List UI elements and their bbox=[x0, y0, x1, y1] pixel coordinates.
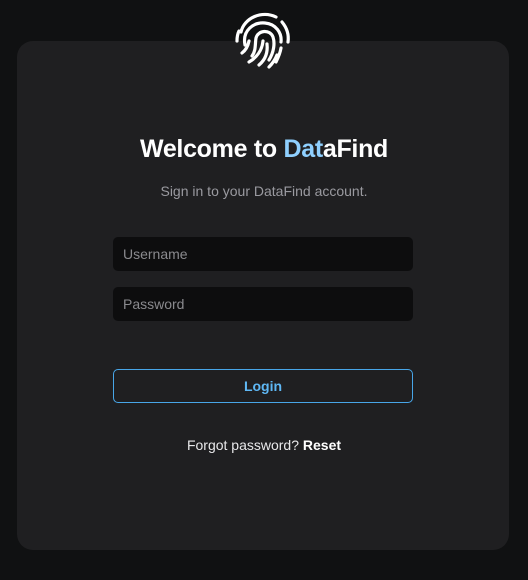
title-brand-highlight: Dat bbox=[283, 135, 323, 163]
fingerprint-icon bbox=[235, 12, 290, 69]
page-title: Welcome to DataFind bbox=[0, 135, 528, 164]
title-brand-rest: aFind bbox=[322, 135, 389, 163]
login-page: Welcome to DataFind Sign in to your Data… bbox=[0, 0, 528, 580]
page-subtitle: Sign in to your DataFind account. bbox=[160, 183, 368, 199]
forgot-password-row: Forgot password? Reset bbox=[0, 437, 528, 453]
title-prefix: Welcome to bbox=[139, 135, 284, 163]
login-button[interactable]: Login bbox=[113, 369, 413, 403]
forgot-password-text: Forgot password? bbox=[186, 437, 303, 453]
username-input[interactable] bbox=[113, 237, 413, 271]
password-input[interactable] bbox=[113, 287, 413, 321]
reset-link[interactable]: Reset bbox=[303, 437, 341, 453]
